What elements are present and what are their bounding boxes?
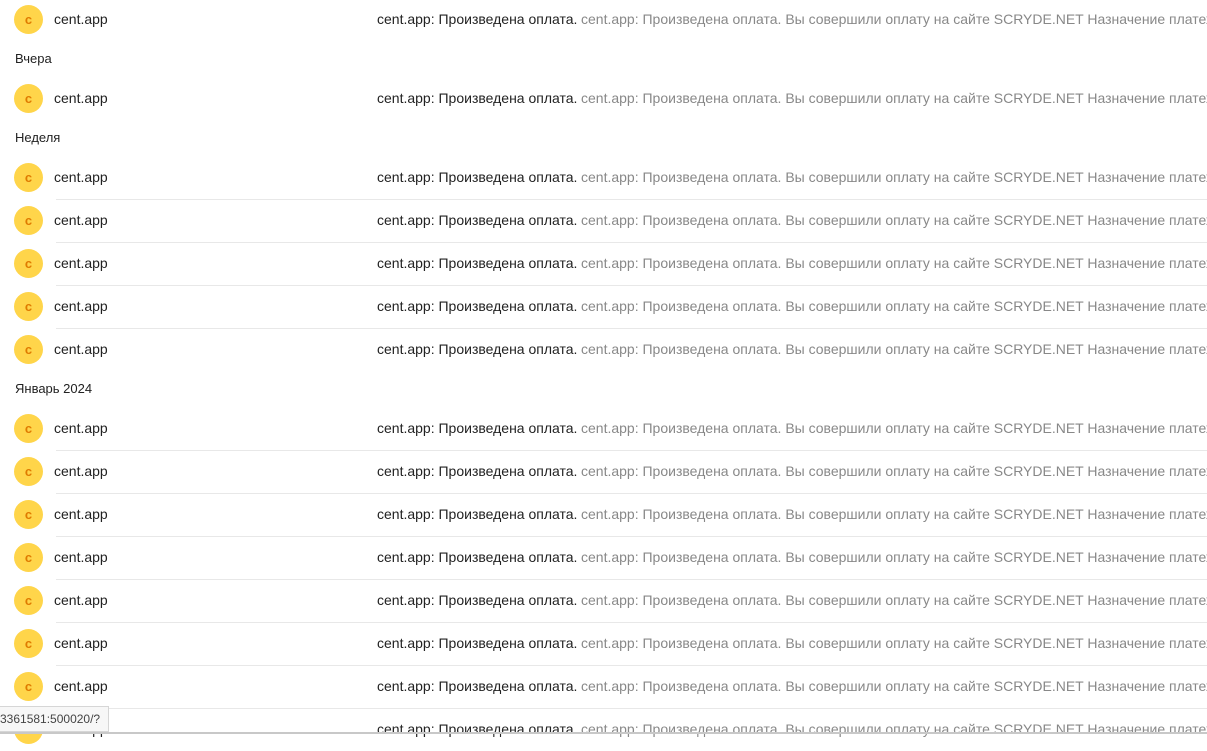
message-subject: cent.app: Произведена оплата. — [377, 341, 578, 357]
message-subject: cent.app: Произведена оплата. — [377, 592, 578, 608]
message-row[interactable]: c cent.app cent.app: Произведена оплата.ce… — [0, 536, 1207, 579]
message-snippet: cent.app: Произведена оплата. Вы соверши… — [581, 420, 1207, 436]
sender-name: cent.app — [54, 212, 108, 228]
message-row[interactable]: c cent.app cent.app: Произведена оплата.ce… — [0, 285, 1207, 328]
message-subject: cent.app: Произведена оплата. — [377, 212, 578, 228]
message-row[interactable]: c cent.app cent.app: Произведена оплата.ce… — [0, 199, 1207, 242]
message-row[interactable]: c cent.app cent.app: Произведена оплата.ce… — [0, 328, 1207, 371]
message-subject: cent.app: Произведена оплата. — [377, 635, 578, 651]
sender-name: cent.app — [54, 255, 108, 271]
sender-name: cent.app — [54, 11, 108, 27]
sender-name: cent.app — [54, 169, 108, 185]
sender-avatar: c — [14, 629, 43, 658]
message-subject: cent.app: Произведена оплата. — [377, 298, 578, 314]
message-row[interactable]: c cent.app cent.app: Произведена оплата.ce… — [0, 242, 1207, 285]
message-subject: cent.app: Произведена оплата. — [377, 678, 578, 694]
message-row[interactable]: c cent.app cent.app: Произведена оплата.ce… — [0, 450, 1207, 493]
sender-avatar: c — [14, 206, 43, 235]
message-subject: cent.app: Произведена оплата. — [377, 90, 578, 106]
message-snippet: cent.app: Произведена оплата. Вы соверши… — [581, 635, 1207, 651]
sender-avatar: c — [14, 5, 43, 34]
message-snippet: cent.app: Произведена оплата. Вы соверши… — [581, 298, 1207, 314]
message-list: c cent.app cent.app: Произведена оплата. ce… — [0, 0, 1207, 751]
sender-avatar: c — [14, 543, 43, 572]
sender-name: cent.app — [54, 298, 108, 314]
message-subject: cent.app: Произведена оплата. — [377, 169, 578, 185]
message-snippet: cent.app: Произведена оплата. Вы соверши… — [581, 90, 1207, 106]
sender-avatar: c — [14, 292, 43, 321]
sender-name: cent.app — [54, 635, 108, 651]
message-snippet: cent.app: Произведена оплата. Вы соверши… — [581, 678, 1207, 694]
sender-name: cent.app — [54, 90, 108, 106]
sender-avatar: c — [14, 414, 43, 443]
sender-avatar: c — [14, 84, 43, 113]
message-snippet: cent.app: Произведена оплата. Вы соверши… — [581, 506, 1207, 522]
sender-avatar: c — [14, 586, 43, 615]
message-subject: cent.app: Произведена оплата. — [377, 255, 578, 271]
message-subject: cent.app: Произведена оплата. — [377, 11, 578, 27]
sender-name: cent.app — [54, 506, 108, 522]
group-header: Неделя — [15, 130, 61, 145]
message-row[interactable]: c cent.app cent.app: Произведена оплата.ce… — [0, 665, 1207, 708]
sender-name: cent.app — [54, 420, 108, 436]
message-row[interactable]: c cent.app cent.app: Произведена оплата.ce… — [0, 77, 1207, 120]
sender-avatar: c — [14, 335, 43, 364]
sender-avatar: c — [14, 457, 43, 486]
sender-avatar: c — [14, 163, 43, 192]
message-subject: cent.app: Произведена оплата. — [377, 549, 578, 565]
sender-name: cent.app — [54, 463, 108, 479]
message-subject: cent.app: Произведена оплата. — [377, 721, 578, 737]
group-header: Вчера — [15, 51, 52, 66]
message-subject: cent.app: Произведена оплата. — [377, 506, 578, 522]
status-bar-url: 3361581:500020/? — [0, 706, 110, 732]
message-row[interactable]: c cent.app cent.app: Произведена оплата.ce… — [0, 579, 1207, 622]
message-row[interactable]: c cent.app cent.app: Произведена оплата.ce… — [0, 0, 1207, 41]
message-snippet: cent.app: Произведена оплата. Вы соверши… — [581, 721, 1207, 737]
sender-name: cent.app — [54, 549, 108, 565]
message-snippet: cent.app: Произведена оплата. Вы соверши… — [581, 592, 1207, 608]
sender-name: cent.app — [54, 341, 108, 357]
message-row[interactable]: c cent.app cent.app: Произведена оплата.ce… — [0, 622, 1207, 665]
group-header: Январь 2024 — [15, 381, 93, 396]
message-snippet: cent.app: Произведена оплата. Вы соверши… — [581, 11, 1207, 27]
message-snippet: cent.app: Произведена оплата. Вы соверши… — [581, 341, 1207, 357]
message-row[interactable]: c cent.app cent.app: Произведена оплата.ce… — [0, 407, 1207, 450]
message-snippet: cent.app: Произведена оплата. Вы соверши… — [581, 255, 1207, 271]
message-snippet: cent.app: Произведена оплата. Вы соверши… — [581, 549, 1207, 565]
message-row[interactable]: c cent.app cent.app: Произведена оплата.ce… — [0, 493, 1207, 536]
message-subject: cent.app: Произведена оплата. — [377, 420, 578, 436]
message-snippet: cent.app: Произведена оплата. Вы соверши… — [581, 212, 1207, 228]
message-snippet: cent.app: Произведена оплата. Вы соверши… — [581, 169, 1207, 185]
sender-avatar: c — [14, 249, 43, 278]
sender-avatar: c — [14, 500, 43, 529]
message-row[interactable]: c cent.app cent.app: Произведена оплата.ce… — [0, 156, 1207, 199]
sender-name: cent.app — [54, 592, 108, 608]
message-snippet: cent.app: Произведена оплата. Вы соверши… — [581, 463, 1207, 479]
message-subject: cent.app: Произведена оплата. — [377, 463, 578, 479]
sender-name: cent.app — [54, 678, 108, 694]
message-row[interactable]: ccent.appcent.app: Произведена оплата.ce… — [0, 708, 1207, 751]
sender-avatar: c — [14, 672, 43, 701]
